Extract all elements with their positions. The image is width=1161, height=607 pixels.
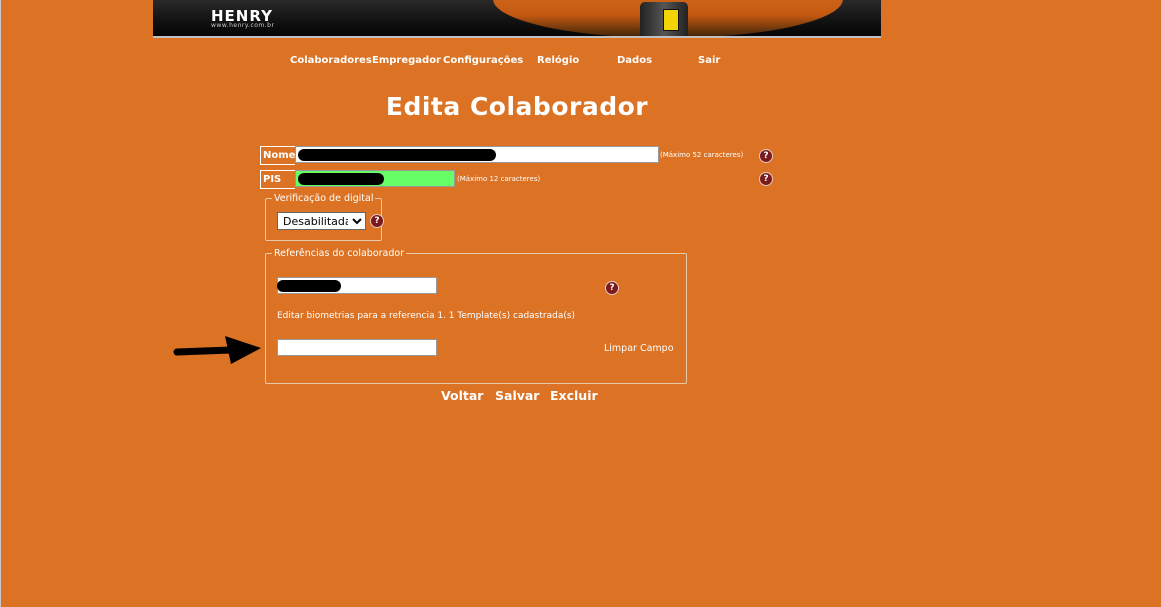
voltar-button[interactable]: Voltar xyxy=(441,388,483,403)
referencia-help-icon[interactable]: ? xyxy=(605,281,619,295)
redaction-mark xyxy=(277,280,341,292)
pis-help-icon[interactable]: ? xyxy=(759,172,773,186)
referencias-legend: Referências do colaborador xyxy=(274,248,405,259)
redaction-mark xyxy=(298,149,496,161)
nome-max-note: (Máximo 52 caracteres) xyxy=(660,151,744,159)
nav-dados[interactable]: Dados xyxy=(617,55,652,66)
nome-input[interactable] xyxy=(295,146,659,163)
redaction-mark xyxy=(298,173,384,185)
page-title: Edita Colaborador xyxy=(385,92,649,121)
nome-label: Nome xyxy=(260,146,295,165)
pis-max-note: (Máximo 12 caracteres) xyxy=(457,175,541,183)
nav-configuracoes[interactable]: Configurações xyxy=(443,55,523,66)
referencia-input[interactable] xyxy=(277,277,437,294)
verificacao-digital-legend: Verificação de digital xyxy=(274,193,374,204)
nav-relogio[interactable]: Relógio xyxy=(537,55,579,66)
pis-label: PIS xyxy=(260,170,295,189)
nome-help-icon[interactable]: ? xyxy=(759,149,773,163)
biometria-input[interactable] xyxy=(277,339,437,356)
pis-input[interactable] xyxy=(295,170,455,187)
verificacao-help-icon[interactable]: ? xyxy=(370,214,384,228)
arrow-annotation xyxy=(173,336,261,364)
excluir-button[interactable]: Excluir xyxy=(550,388,598,403)
header-banner: HENRY www.henry.com.br xyxy=(153,0,881,38)
nav-colaboradores[interactable]: Colaboradores xyxy=(290,55,372,66)
henry-logo-url: www.henry.com.br xyxy=(211,22,275,29)
nav-sair[interactable]: Sair xyxy=(698,55,720,66)
salvar-button[interactable]: Salvar xyxy=(495,388,539,403)
verificacao-digital-select[interactable]: Desabilitada xyxy=(277,212,366,230)
nav-empregador[interactable]: Empregador xyxy=(372,55,441,66)
limpar-campo-link[interactable]: Limpar Campo xyxy=(604,343,674,354)
biometria-edit-text: Editar biometrias para a referencia 1. 1… xyxy=(277,311,576,321)
time-clock-device-image xyxy=(640,2,688,36)
